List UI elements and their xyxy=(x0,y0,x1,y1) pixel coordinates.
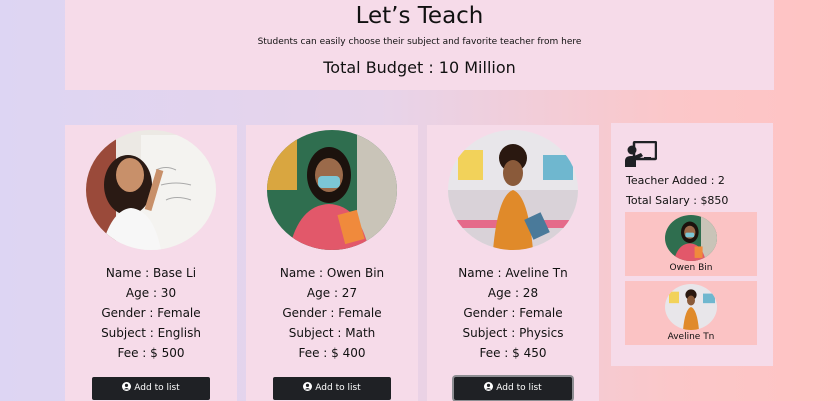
teacher-name: Name : Base Li xyxy=(105,266,197,280)
added-teacher-photo xyxy=(665,215,717,261)
teacher-card-3: Name : Aveline Tn Age : 28 Gender : Fema… xyxy=(427,125,599,401)
add-to-list-button[interactable]: Add to list xyxy=(273,377,391,400)
added-teacher-name: Owen Bin xyxy=(669,263,713,273)
teacher-subject: Subject : Math xyxy=(288,326,376,340)
teacher-card-2: Name : Owen Bin Age : 27 Gender : Female… xyxy=(246,125,418,401)
add-to-list-button[interactable]: Add to list xyxy=(92,377,210,400)
teacher-card-1: Name : Base Li Age : 30 Gender : Female … xyxy=(65,125,237,401)
teacher-name: Name : Aveline Tn xyxy=(458,266,568,280)
teacher-board-icon xyxy=(625,141,657,167)
user-circle-icon xyxy=(303,382,313,391)
teacher-gender: Gender : Female xyxy=(282,306,382,320)
teacher-fee: Fee : $ 400 xyxy=(298,346,366,360)
header-banner: Let’s Teach Students can easily choose t… xyxy=(65,0,774,90)
teacher-fee: Fee : $ 500 xyxy=(117,346,185,360)
add-to-list-label: Add to list xyxy=(496,383,542,393)
teacher-age: Age : 28 xyxy=(487,286,539,300)
teacher-gender: Gender : Female xyxy=(101,306,201,320)
teacher-subject: Subject : Physics xyxy=(462,326,564,340)
page-title: Let’s Teach xyxy=(355,3,484,29)
teacher-fee: Fee : $ 450 xyxy=(479,346,547,360)
teacher-added-count: Teacher Added : 2 xyxy=(626,174,725,187)
total-salary: Total Salary : $850 xyxy=(626,194,729,207)
user-circle-icon xyxy=(122,382,132,391)
total-budget: Total Budget : 10 Million xyxy=(323,58,516,77)
teacher-photo xyxy=(267,130,397,250)
added-teacher-name: Aveline Tn xyxy=(667,332,715,342)
added-teacher-item: Owen Bin xyxy=(625,212,757,276)
add-to-list-label: Add to list xyxy=(134,383,180,393)
teacher-name: Name : Owen Bin xyxy=(279,266,385,280)
page-subtitle: Students can easily choose their subject… xyxy=(257,37,582,47)
added-teacher-photo xyxy=(665,284,717,330)
add-to-list-button[interactable]: Add to list xyxy=(454,377,572,400)
teacher-age: Age : 27 xyxy=(306,286,358,300)
added-teacher-item: Aveline Tn xyxy=(625,281,757,345)
teacher-gender: Gender : Female xyxy=(463,306,563,320)
teacher-photo xyxy=(86,130,216,250)
add-to-list-label: Add to list xyxy=(315,383,361,393)
teacher-age: Age : 30 xyxy=(125,286,177,300)
user-circle-icon xyxy=(484,382,494,391)
teacher-photo xyxy=(448,130,578,250)
teacher-subject: Subject : English xyxy=(101,326,201,340)
summary-panel: Teacher Added : 2 Total Salary : $850 Ow… xyxy=(611,123,773,366)
